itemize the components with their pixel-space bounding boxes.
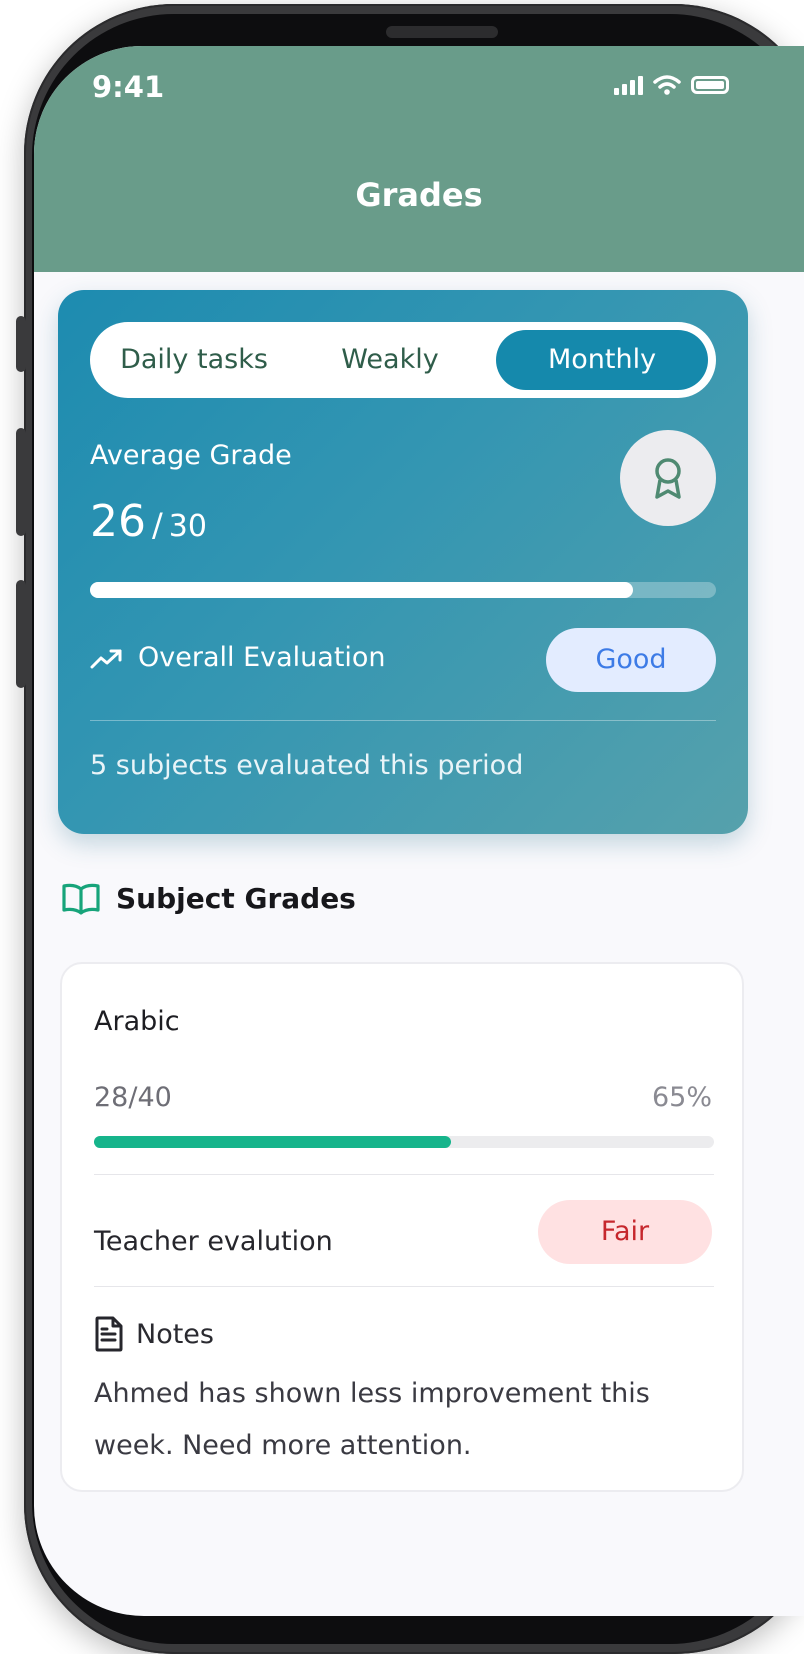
card-divider [90, 720, 716, 721]
subject-card[interactable]: Arabic 28/40 65% Teacher evalution Fair … [60, 962, 744, 1492]
average-progress-fill [90, 582, 633, 598]
app-header: 9:41 Grades [34, 46, 804, 272]
award-icon [655, 458, 681, 499]
speaker-grille [386, 26, 498, 38]
subjects-count-text: 5 subjects evaluated this period [90, 750, 524, 781]
battery-icon [691, 76, 729, 94]
summary-card: Daily tasks Weakly Monthly Average Grade… [58, 290, 748, 834]
notes-label: Notes [136, 1318, 214, 1350]
average-score: 26 [90, 496, 146, 547]
side-button-volume-up [16, 428, 26, 536]
average-progress-bar [90, 582, 716, 598]
app-screen: 9:41 Grades Daily tasks Weakly Monthly A… [34, 46, 804, 1616]
subject-score: 28/40 [94, 1082, 172, 1113]
subject-divider [94, 1174, 714, 1175]
teacher-evaluation-badge: Fair [538, 1200, 712, 1264]
subject-divider [94, 1286, 714, 1287]
subject-progress-fill [94, 1136, 451, 1148]
trending-up-icon [90, 649, 122, 669]
section-title: Subject Grades [116, 882, 356, 915]
subject-grades-header: Subject Grades [62, 882, 356, 915]
status-icons [614, 74, 729, 96]
teacher-evaluation-label: Teacher evalution [94, 1226, 333, 1257]
notes-text: Ahmed has shown less improvement this we… [94, 1378, 650, 1461]
overall-evaluation-badge: Good [546, 628, 716, 692]
file-text-icon [95, 1316, 123, 1352]
period-tabs: Daily tasks Weakly Monthly [90, 322, 716, 398]
award-badge [620, 430, 716, 526]
side-button-volume-down [16, 580, 26, 688]
overall-evaluation-row: Overall Evaluation Good [90, 628, 716, 694]
tab-monthly[interactable]: Monthly [496, 330, 708, 390]
subject-name: Arabic [94, 1006, 180, 1037]
status-time: 9:41 [92, 70, 165, 104]
book-open-icon [62, 883, 100, 915]
average-max: 30 [168, 509, 207, 544]
side-button-mute [16, 316, 26, 372]
subject-percent: 65% [651, 1082, 712, 1113]
subject-progress-bar [94, 1136, 714, 1148]
wifi-icon [653, 75, 681, 95]
tab-daily-tasks[interactable]: Daily tasks [104, 330, 284, 390]
signal-icon [614, 75, 643, 95]
average-grade-label: Average Grade [90, 440, 292, 471]
overall-evaluation-label: Overall Evaluation [138, 642, 386, 673]
page-title: Grades [355, 176, 483, 214]
average-grade-value: 26/30 [90, 496, 207, 547]
notes-header: Notes [94, 1316, 214, 1352]
tab-weekly[interactable]: Weakly [300, 330, 480, 390]
